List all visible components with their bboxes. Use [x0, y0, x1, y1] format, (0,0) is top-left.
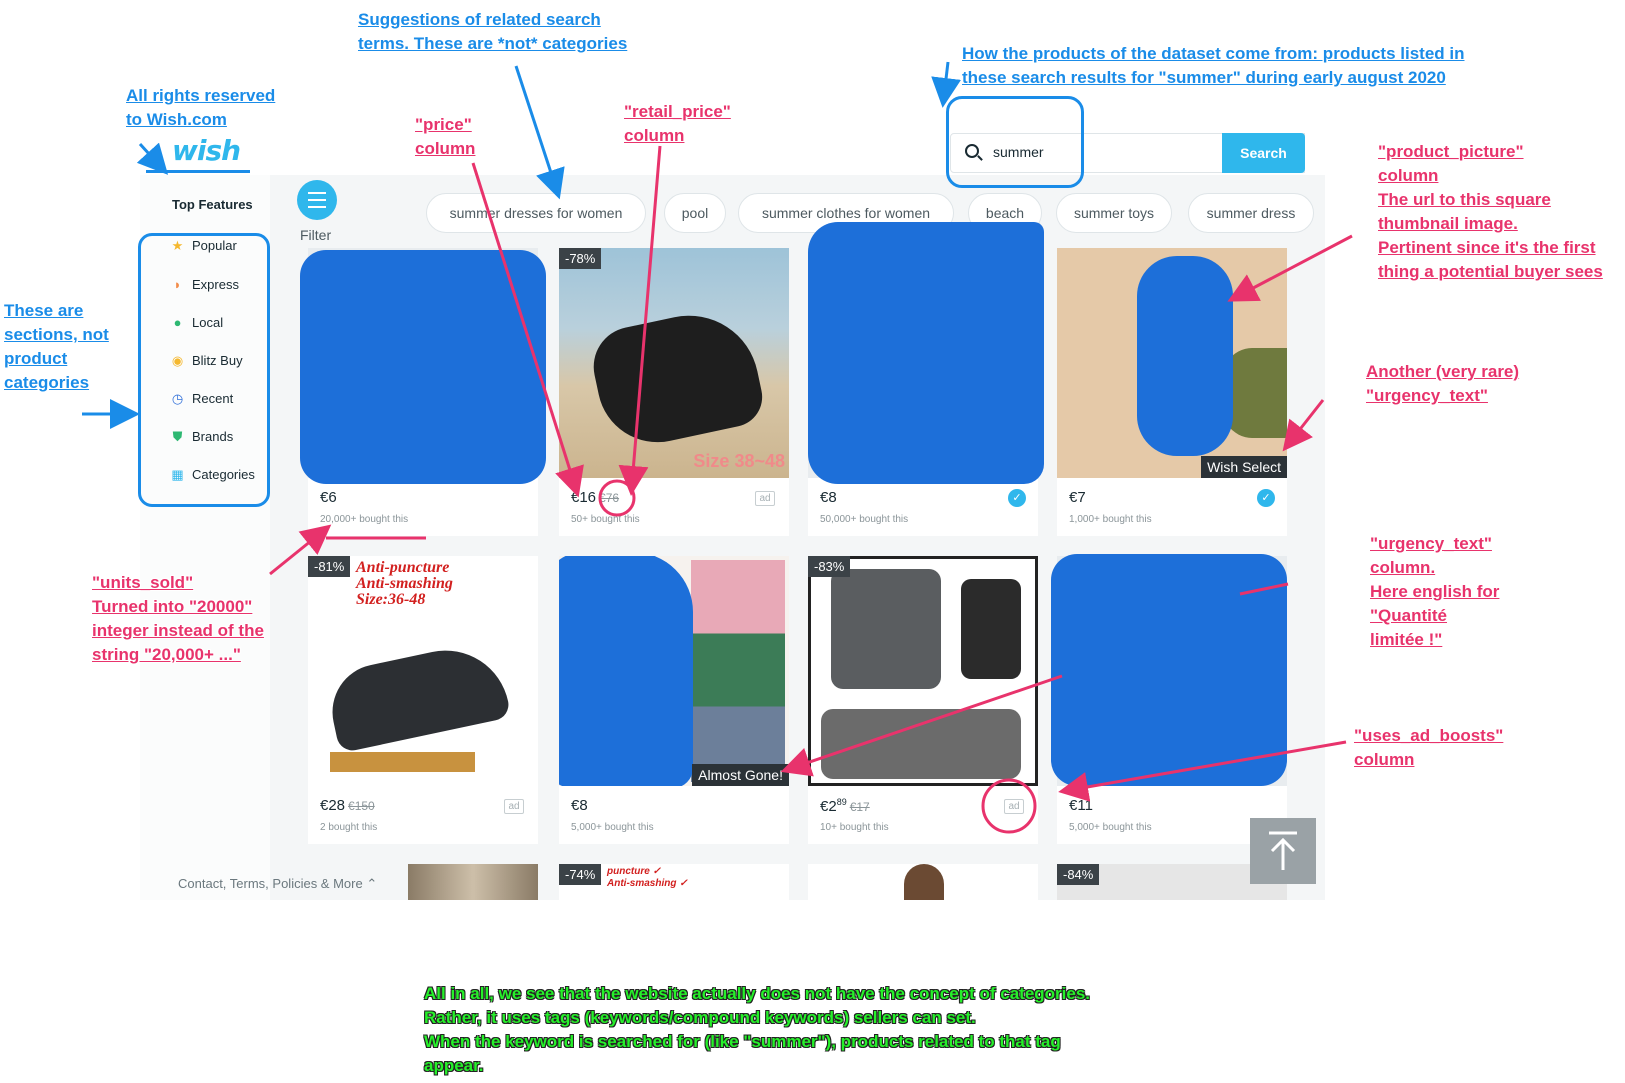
product-card[interactable]: €6 20,000+ bought this	[300, 248, 546, 536]
shorts-shape	[831, 569, 941, 689]
arrow-search	[931, 61, 962, 108]
search-button[interactable]: Search	[1222, 133, 1305, 173]
annotation-urgency-text: "urgency_text" column. Here english for …	[1370, 534, 1500, 649]
retail-price: €76	[599, 491, 620, 505]
filter-icon	[308, 192, 326, 194]
shorts-shape	[961, 579, 1021, 679]
product-picture[interactable]: Anti-puncture Anti-smashing Size:36-48	[308, 556, 538, 786]
product-card[interactable]: Anti-puncture Anti-smashing Size:36-48 -…	[308, 556, 538, 844]
chip-pool[interactable]: pool	[664, 193, 726, 233]
image-overlay-text: puncture ✓ Anti-smashing ✓	[607, 866, 688, 889]
chip-summer-dress[interactable]: summer dress	[1188, 193, 1314, 233]
image-overlay-text: Size 38~48	[693, 451, 785, 471]
product-picture[interactable]: Size 38~48	[559, 248, 789, 478]
clothing-grid-shape	[691, 560, 785, 782]
redaction-blob	[1137, 256, 1233, 456]
product-price: €16 €76	[571, 489, 620, 506]
product-card[interactable]: -83% €289 €17 ad 10+ bought this	[808, 556, 1038, 844]
annotation-sections-box	[138, 233, 270, 507]
annotation-search-box	[946, 96, 1084, 188]
units-sold: 10+ bought this	[820, 822, 889, 833]
discount-badge: -84%	[1057, 864, 1100, 885]
discount-badge: -81%	[308, 556, 351, 577]
verified-icon: ✓	[1008, 489, 1026, 507]
annotation-rights: All rights reserved to Wish.com	[126, 86, 276, 129]
wish-logo[interactable]: wish	[172, 134, 241, 167]
product-picture[interactable]	[808, 864, 1038, 900]
image-overlay-text: Anti-puncture Anti-smashing Size:36-48	[356, 559, 453, 608]
annotation-dataset: How the products of the dataset come fro…	[962, 44, 1465, 87]
product-price: €28 €150	[320, 797, 375, 814]
redaction-blob	[808, 222, 1044, 484]
back-to-top-button[interactable]	[1250, 818, 1316, 884]
annotation-ad-boosts: "uses_ad_boosts" column	[1354, 726, 1504, 769]
product-price: €289 €17	[820, 797, 870, 815]
logo-underline	[146, 170, 250, 173]
urgency-text: Almost Gone!	[692, 764, 789, 786]
filter-icon-line	[308, 206, 326, 208]
top-features-title: Top Features	[172, 197, 253, 212]
product-card[interactable]: €11 5,000+ bought this	[1051, 554, 1287, 844]
chip-summer-toys[interactable]: summer toys	[1056, 193, 1172, 233]
ad-badge: ad	[504, 799, 524, 814]
shorts-shape	[821, 709, 1021, 779]
annotation-retail-price: "retail_price" column	[624, 102, 731, 145]
filter-button[interactable]	[297, 180, 337, 220]
verified-icon: ✓	[1257, 489, 1275, 507]
filter-label: Filter	[300, 227, 332, 243]
product-card[interactable]: Size 38~48 -78% €16 €76 ad 50+ bought thi…	[559, 248, 789, 536]
redaction-blob	[559, 556, 693, 786]
product-card[interactable]: Almost Gone! €8 5,000+ bought this	[559, 556, 789, 844]
arrow-logo	[136, 142, 169, 175]
units-sold: 1,000+ bought this	[1069, 514, 1152, 525]
sandal-shape	[586, 302, 768, 454]
product-price: €8	[571, 797, 588, 814]
product-price: €8	[820, 489, 837, 506]
units-sold: 50,000+ bought this	[820, 514, 909, 525]
product-price: €11	[1069, 797, 1093, 814]
units-sold: 50+ bought this	[571, 514, 640, 525]
annotation-sections: These are sections, not product categori…	[4, 301, 109, 392]
ad-badge: ad	[755, 491, 775, 506]
annotation-suggestions: Suggestions of related search terms. The…	[358, 10, 628, 53]
annotation-conclusion: All in all, we see that the website actu…	[424, 984, 1091, 1075]
arrow-suggestions	[514, 65, 565, 200]
annotation-units-sold: "units_sold" Turned into "20000" integer…	[92, 573, 264, 664]
redaction-blob	[1051, 554, 1287, 786]
product-picture[interactable]: Wish Select	[1057, 248, 1287, 478]
discount-badge: -74%	[559, 864, 602, 885]
product-picture[interactable]	[408, 864, 538, 900]
annotation-product-picture: "product_picture" column The url to this…	[1378, 142, 1603, 281]
chip-summer-dresses[interactable]: summer dresses for women	[426, 193, 646, 233]
urgency-text: Wish Select	[1201, 456, 1287, 478]
retail-price: €150	[348, 799, 375, 813]
ad-badge: ad	[1004, 799, 1024, 814]
product-price: €7	[1069, 489, 1086, 506]
product-picture[interactable]: -74% puncture ✓ Anti-smashing ✓	[559, 864, 789, 900]
product-picture[interactable]: Almost Gone!	[559, 556, 789, 786]
annotation-price: "price" column	[415, 115, 476, 158]
product-picture[interactable]	[808, 556, 1038, 786]
units-sold: 2 bought this	[320, 822, 378, 833]
discount-badge: -78%	[559, 248, 602, 269]
wood-block-shape	[330, 752, 475, 772]
footer-link[interactable]: Contact, Terms, Policies & More ⌃	[178, 876, 377, 892]
redaction-blob	[300, 250, 546, 484]
product-price: €6	[320, 489, 337, 506]
units-sold: 20,000+ bought this	[320, 514, 409, 525]
sneaker-shape	[323, 638, 512, 754]
arrow-up-icon	[1269, 831, 1297, 870]
units-sold: 5,000+ bought this	[571, 822, 654, 833]
annotation-rare-urgency: Another (very rare) "urgency_text"	[1366, 362, 1520, 405]
product-card[interactable]: €8 ✓ 50,000+ bought this	[808, 222, 1044, 536]
product-card[interactable]: Wish Select €7 ✓ 1,000+ bought this	[1057, 248, 1287, 536]
discount-badge: -83%	[808, 556, 851, 577]
retail-price: €17	[849, 800, 870, 814]
price-cents: 89	[836, 797, 847, 807]
units-sold: 5,000+ bought this	[1069, 822, 1152, 833]
model-shape	[904, 864, 944, 900]
filter-icon-line	[308, 199, 326, 201]
